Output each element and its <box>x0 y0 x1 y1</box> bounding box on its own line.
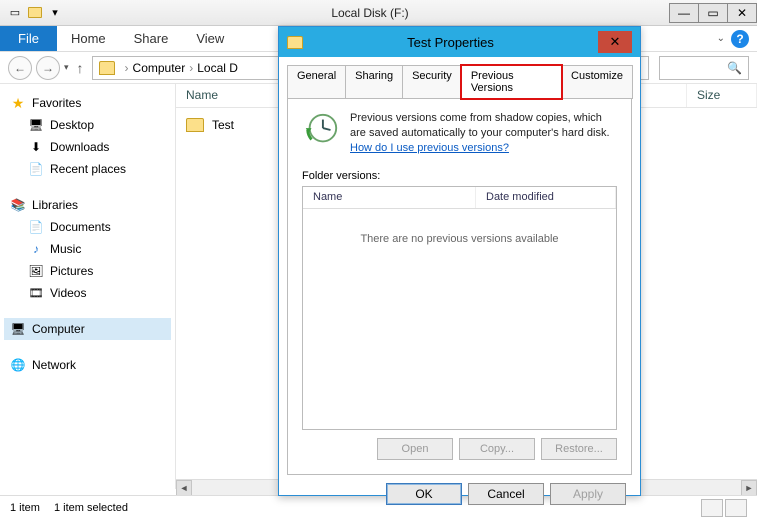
forward-button[interactable]: → <box>36 56 60 80</box>
ok-button[interactable]: OK <box>386 483 462 505</box>
search-icon: 🔍 <box>727 61 742 75</box>
cancel-button[interactable]: Cancel <box>468 483 544 505</box>
file-tab[interactable]: File <box>0 26 57 51</box>
status-selected: 1 item selected <box>54 502 128 514</box>
fv-column-name[interactable]: Name <box>303 187 476 208</box>
network-icon: 🌐 <box>10 357 26 373</box>
dialog-close-button[interactable]: ✕ <box>598 31 632 53</box>
documents-icon: 📄 <box>28 219 44 235</box>
copy-button: Copy... <box>459 438 535 460</box>
nav-videos[interactable]: 🎞Videos <box>4 282 171 304</box>
chevron-right-icon: › <box>185 61 197 75</box>
help-link[interactable]: How do I use previous versions? <box>350 142 509 154</box>
breadcrumb-segment[interactable]: Local D <box>197 61 238 75</box>
close-button[interactable]: ✕ <box>727 3 757 23</box>
pictures-icon: 🖼 <box>28 263 44 279</box>
nav-computer[interactable]: 🖥 Computer <box>4 318 171 340</box>
fv-column-date[interactable]: Date modified <box>476 187 616 208</box>
minimize-button[interactable]: — <box>669 3 699 23</box>
qat-dropdown-icon[interactable]: ▾ <box>46 4 64 22</box>
view-details-button[interactable] <box>701 499 723 517</box>
recent-dropdown-icon[interactable]: ▾ <box>64 62 69 73</box>
clock-restore-icon <box>302 111 340 156</box>
downloads-icon: ⬇ <box>28 139 44 155</box>
folder-icon <box>186 118 204 132</box>
nav-favorites[interactable]: ★ Favorites <box>4 92 171 114</box>
tab-view[interactable]: View <box>182 26 238 51</box>
open-button: Open <box>377 438 453 460</box>
restore-button: Restore... <box>541 438 617 460</box>
view-icons-button[interactable] <box>725 499 747 517</box>
nav-desktop[interactable]: 🖥Desktop <box>4 114 171 136</box>
nav-documents[interactable]: 📄Documents <box>4 216 171 238</box>
nav-downloads[interactable]: ⬇Downloads <box>4 136 171 158</box>
nav-network[interactable]: 🌐 Network <box>4 354 171 376</box>
dlg-tab-security[interactable]: Security <box>402 65 462 99</box>
folder-versions-label: Folder versions: <box>302 170 617 182</box>
desktop-icon: 🖥 <box>28 117 44 133</box>
star-icon: ★ <box>10 95 26 111</box>
up-button[interactable]: ↑ <box>73 60 88 76</box>
maximize-button[interactable]: ▭ <box>698 3 728 23</box>
breadcrumb-segment[interactable]: Computer <box>133 61 186 75</box>
dlg-tab-sharing[interactable]: Sharing <box>345 65 403 99</box>
libraries-icon: 📚 <box>10 197 26 213</box>
nav-music[interactable]: ♪Music <box>4 238 171 260</box>
folder-versions-list[interactable]: Name Date modified There are no previous… <box>302 186 617 430</box>
back-button[interactable]: ← <box>8 56 32 80</box>
tab-share[interactable]: Share <box>120 26 183 51</box>
dlg-tab-previous-versions[interactable]: Previous Versions <box>461 65 562 99</box>
videos-icon: 🎞 <box>28 285 44 301</box>
nav-libraries[interactable]: 📚 Libraries <box>4 194 171 216</box>
nav-pictures[interactable]: 🖼Pictures <box>4 260 171 282</box>
search-input[interactable]: 🔍 <box>659 56 749 80</box>
dialog-folder-icon <box>287 36 303 49</box>
fv-empty-message: There are no previous versions available <box>303 209 616 245</box>
computer-icon: 🖥 <box>10 321 26 337</box>
ribbon-expand-icon[interactable]: ⌄ <box>717 33 725 44</box>
tab-home[interactable]: Home <box>57 26 120 51</box>
scroll-right-icon[interactable]: ► <box>741 480 757 496</box>
nav-recent[interactable]: 📄Recent places <box>4 158 171 180</box>
properties-dialog: Test Properties ✕ General Sharing Securi… <box>278 26 641 496</box>
qat-properties-icon[interactable]: ▭ <box>6 4 24 22</box>
music-icon: ♪ <box>28 241 44 257</box>
qat-newfolder-icon[interactable] <box>26 4 44 22</box>
help-icon[interactable]: ? <box>731 30 749 48</box>
window-title: Local Disk (F:) <box>70 6 670 20</box>
dlg-tab-customize[interactable]: Customize <box>561 65 633 99</box>
recent-icon: 📄 <box>28 161 44 177</box>
scroll-left-icon[interactable]: ◄ <box>176 480 192 496</box>
dlg-tab-general[interactable]: General <box>287 65 346 99</box>
file-name: Test <box>212 118 234 132</box>
apply-button: Apply <box>550 483 626 505</box>
breadcrumb-drive-icon <box>99 61 115 75</box>
chevron-right-icon: › <box>121 61 133 75</box>
info-text: Previous versions come from shadow copie… <box>350 111 610 156</box>
navigation-pane: ★ Favorites 🖥Desktop ⬇Downloads 📄Recent … <box>0 84 176 489</box>
status-count: 1 item <box>10 502 40 514</box>
dialog-title: Test Properties <box>303 35 598 50</box>
column-size[interactable]: Size <box>687 84 757 107</box>
